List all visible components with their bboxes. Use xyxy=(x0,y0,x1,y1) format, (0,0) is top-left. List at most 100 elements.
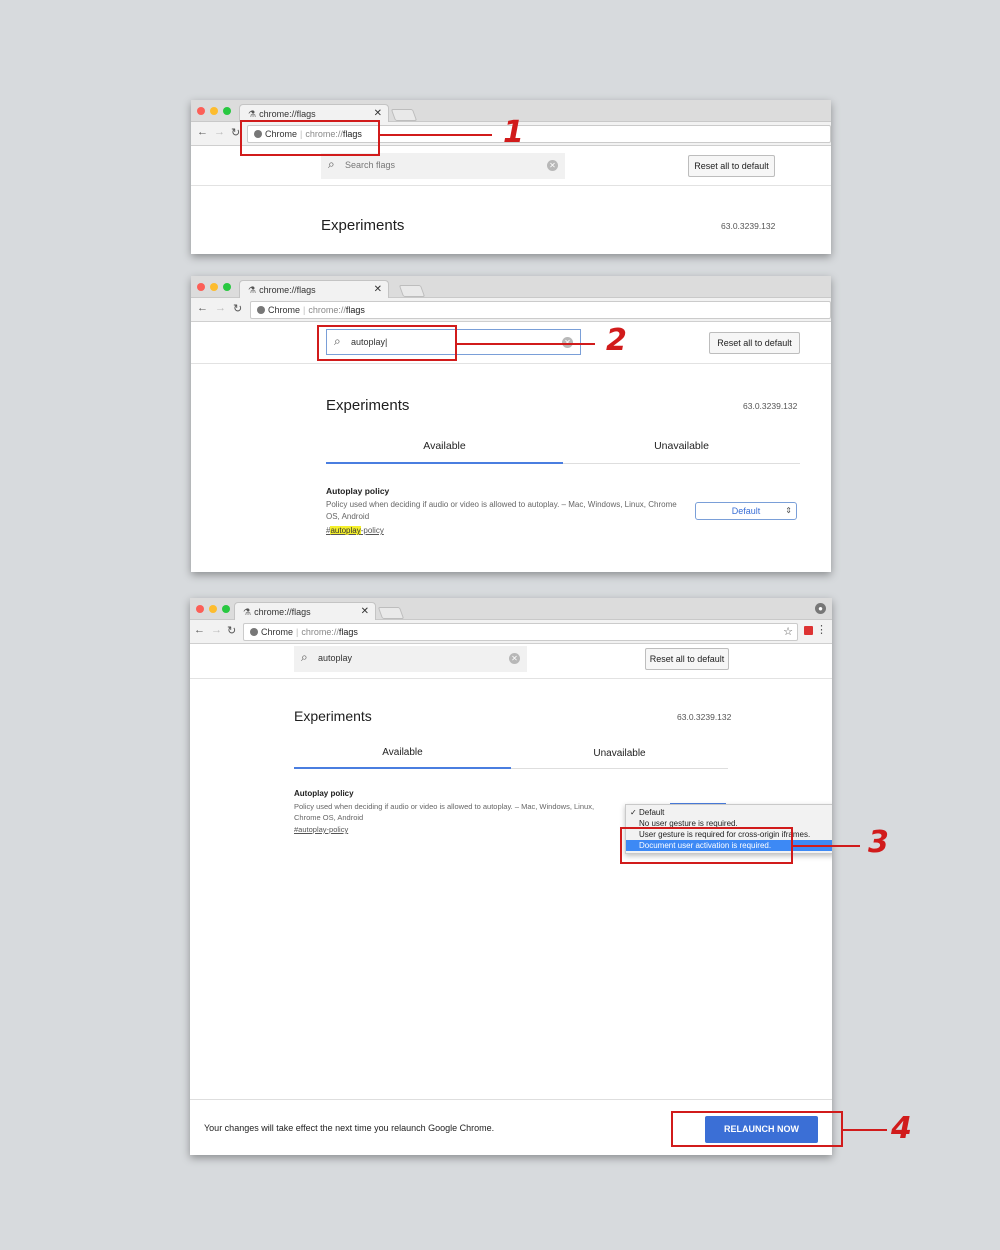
profile-icon[interactable]: ● xyxy=(815,603,826,614)
reset-all-button[interactable]: Reset all to default xyxy=(688,155,775,177)
active-tab-indicator xyxy=(294,767,511,769)
url-host: flags xyxy=(345,305,365,315)
forward-icon[interactable]: → xyxy=(211,624,222,636)
step-number-1: 1 xyxy=(503,115,524,150)
step-number-4: 4 xyxy=(891,1111,912,1146)
step-number-3: 3 xyxy=(868,825,889,860)
tab-strip: ⚗ chrome://flags ✕ ● xyxy=(190,598,832,621)
forward-icon[interactable]: → xyxy=(214,126,225,138)
minimize-window-button[interactable] xyxy=(210,283,218,291)
search-input[interactable]: ⌕ autoplay ✕ xyxy=(294,646,527,672)
close-tab-icon[interactable]: ✕ xyxy=(374,284,382,295)
active-tab-indicator xyxy=(326,462,563,464)
callout-line-2 xyxy=(457,343,595,345)
reset-all-button[interactable]: Reset all to default xyxy=(645,648,729,670)
chrome-page-icon xyxy=(257,306,265,314)
close-tab-icon[interactable]: ✕ xyxy=(374,108,382,119)
browser-toolbar: ← → ↻ Chrome | chrome://flags ☆ ⋮ xyxy=(190,620,832,644)
back-icon[interactable]: ← xyxy=(197,126,208,138)
experiment-description: Policy used when deciding if audio or vi… xyxy=(326,500,677,521)
screenshot-step-2: ⚗ chrome://flags ✕ ← → ↻ Chrome | chrome://… xyxy=(191,276,831,572)
back-icon[interactable]: ← xyxy=(197,302,208,314)
page-title: Experiments xyxy=(321,217,405,234)
window-controls xyxy=(197,107,231,115)
tutorial-canvas: { "browser": { "tab_title": "chrome://fl… xyxy=(0,0,1000,1250)
reload-icon[interactable]: ↻ xyxy=(231,126,240,139)
url-scheme: chrome:// xyxy=(301,627,339,637)
address-bar[interactable]: Chrome | chrome://flags xyxy=(250,301,831,319)
search-icon: ⌕ xyxy=(328,157,335,171)
autoplay-policy-select[interactable]: Default ⇕ xyxy=(695,502,797,520)
dropdown-option-default[interactable]: ✓ Default xyxy=(626,807,832,818)
zoom-window-button[interactable] xyxy=(222,605,230,613)
chrome-page-icon xyxy=(250,628,258,636)
clear-search-icon[interactable]: ✕ xyxy=(509,653,520,664)
clear-search-icon[interactable]: ✕ xyxy=(547,160,558,171)
relaunch-message: Your changes will take effect the next t… xyxy=(204,1123,495,1133)
page-title: Experiments xyxy=(326,397,410,414)
browser-tab[interactable]: ⚗ chrome://flags ✕ xyxy=(234,602,376,621)
flask-icon: ⚗ xyxy=(243,607,252,617)
version-label: 63.0.3239.132 xyxy=(721,221,776,231)
close-window-button[interactable] xyxy=(197,283,205,291)
omnibox-label: Chrome xyxy=(261,627,294,637)
window-controls xyxy=(197,283,231,291)
flask-icon: ⚗ xyxy=(248,285,257,295)
new-tab-button[interactable] xyxy=(398,285,426,297)
search-input[interactable]: ⌕ Search flags ✕ xyxy=(321,153,565,179)
window-controls xyxy=(196,605,230,613)
tab-unavailable[interactable]: Unavailable xyxy=(563,440,800,452)
zoom-window-button[interactable] xyxy=(223,107,231,115)
version-label: 63.0.3239.132 xyxy=(743,401,798,411)
callout-box-1 xyxy=(240,120,380,156)
tab-available[interactable]: Available xyxy=(294,747,511,758)
menu-dots-icon[interactable]: ⋮ xyxy=(816,623,827,636)
omnibox-label: Chrome xyxy=(268,305,301,315)
select-value: Default xyxy=(731,506,761,516)
experiment-name: Autoplay policy xyxy=(326,486,390,496)
url-host: flags xyxy=(338,627,358,637)
close-window-button[interactable] xyxy=(197,107,205,115)
close-window-button[interactable] xyxy=(196,605,204,613)
close-tab-icon[interactable]: ✕ xyxy=(361,606,369,617)
callout-box-2 xyxy=(317,325,457,361)
reload-icon[interactable]: ↻ xyxy=(227,624,236,637)
checkmark-icon: ✓ xyxy=(630,808,637,817)
experiment-link[interactable]: #autoplay-policy xyxy=(294,825,348,834)
screenshot-step-3: ⚗ chrome://flags ✕ ● ← → ↻ Chrome | chrome:… xyxy=(190,598,832,1155)
experiment-name: Autoplay policy xyxy=(294,789,354,798)
flask-icon: ⚗ xyxy=(248,109,257,119)
zoom-window-button[interactable] xyxy=(223,283,231,291)
flags-header: ⌕ autoplay ✕ Reset all to default xyxy=(190,644,832,679)
new-tab-button[interactable] xyxy=(377,607,405,619)
tab-title: chrome://flags xyxy=(254,607,311,617)
reload-icon[interactable]: ↻ xyxy=(233,302,242,315)
tab-available[interactable]: Available xyxy=(326,440,563,452)
experiment-description: Policy used when deciding if audio or vi… xyxy=(294,802,595,822)
select-arrows-icon: ⇕ xyxy=(785,506,792,515)
address-bar[interactable]: Chrome | chrome://flags ☆ xyxy=(243,623,798,641)
experiment-link[interactable]: #autoplay-policy xyxy=(326,526,384,535)
callout-box-3 xyxy=(620,827,793,864)
new-tab-button[interactable] xyxy=(390,109,418,121)
browser-toolbar: ← → ↻ Chrome | chrome://flags xyxy=(191,298,831,322)
version-label: 63.0.3239.132 xyxy=(677,712,732,722)
back-icon[interactable]: ← xyxy=(194,624,205,636)
search-icon: ⌕ xyxy=(301,650,308,664)
search-placeholder: Search flags xyxy=(345,160,396,170)
url-scheme: chrome:// xyxy=(308,305,346,315)
callout-line-1 xyxy=(380,134,492,136)
minimize-window-button[interactable] xyxy=(209,605,217,613)
forward-icon[interactable]: → xyxy=(215,302,226,314)
extension-icon[interactable] xyxy=(804,626,813,635)
search-query: autoplay xyxy=(318,653,353,663)
reset-all-button[interactable]: Reset all to default xyxy=(709,332,800,354)
browser-tab[interactable]: ⚗ chrome://flags ✕ xyxy=(239,280,389,299)
tab-strip: ⚗ chrome://flags ✕ xyxy=(191,276,831,299)
tab-title: chrome://flags xyxy=(259,109,316,119)
minimize-window-button[interactable] xyxy=(210,107,218,115)
tab-title: chrome://flags xyxy=(259,285,316,295)
step-number-2: 2 xyxy=(606,323,627,358)
tab-unavailable[interactable]: Unavailable xyxy=(511,748,728,759)
bookmark-star-icon[interactable]: ☆ xyxy=(783,625,793,638)
